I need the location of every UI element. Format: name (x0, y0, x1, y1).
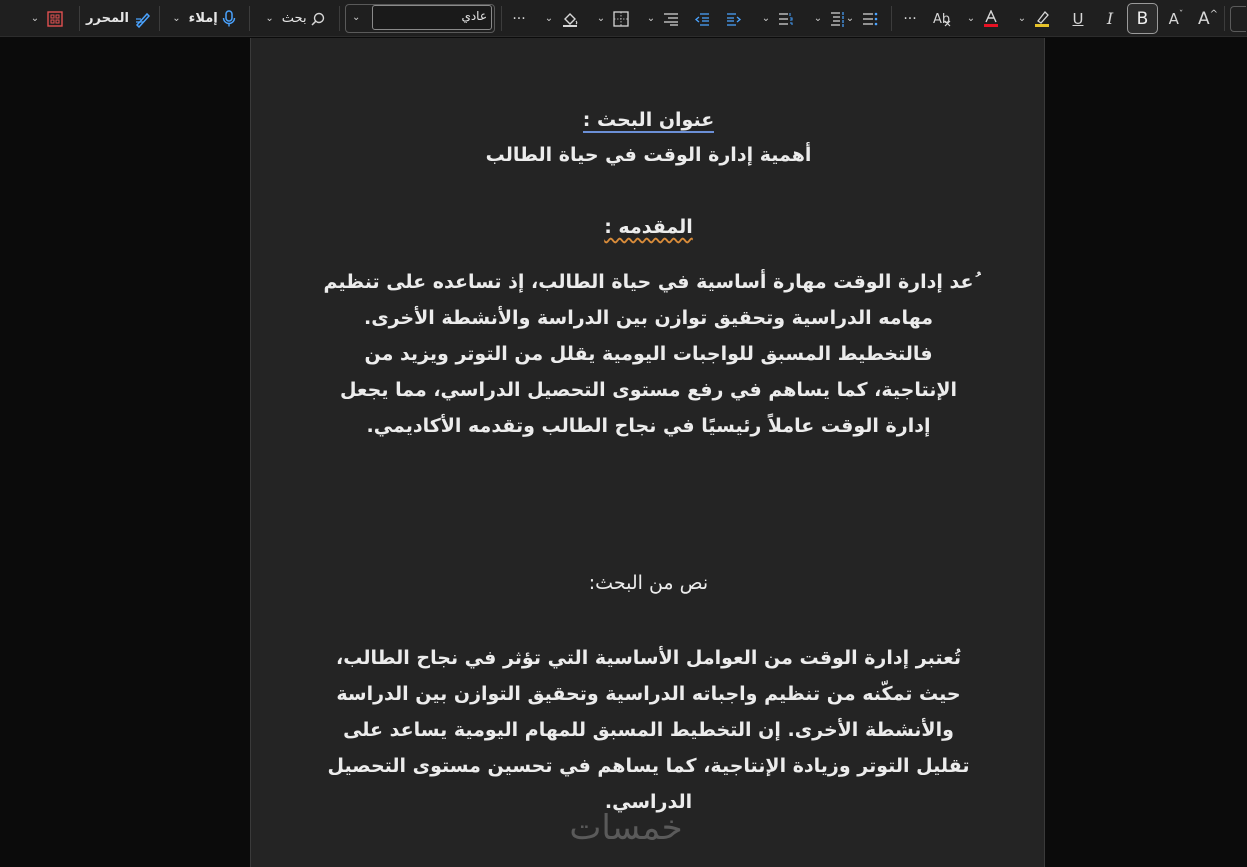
body-line: والأنشطة الأخرى. إن التخطيط المسبق للمها… (343, 719, 954, 741)
intro-line: مهامه الدراسية وتحقيق توازن بين الدراسة … (363, 307, 934, 329)
chevron-down-icon: ⌄ (30, 13, 40, 24)
chevron-down-icon: ⌄ (966, 13, 976, 24)
underline-button[interactable]: U (1066, 0, 1090, 37)
intro-line: فالتخطيط المسبق للواجبات اليومية يقلل من… (364, 343, 933, 365)
search-button[interactable]: ⌄ بحث (258, 0, 332, 37)
grid-icon (47, 10, 63, 27)
title-heading-text: عنوان البحث : (582, 109, 715, 133)
grow-font-label: A (1197, 8, 1210, 29)
underline-label: U (1072, 9, 1084, 28)
editor-button[interactable]: المحرر (86, 0, 152, 37)
highlight-button[interactable]: ⌄ (1010, 0, 1058, 37)
body-line: تُعتبر إدارة الوقت من العوامل الأساسية ا… (336, 647, 961, 669)
decrease-indent-button[interactable] (690, 0, 714, 37)
style-value: عادي (461, 9, 487, 23)
bulleted-list-icon (862, 11, 878, 27)
dictate-button[interactable]: ⌄ إملاء (166, 0, 242, 37)
body-line: تقليل التوتر وزيادة الإنتاجية، كما يساهم… (327, 755, 970, 777)
intro-line: ُعد إدارة الوقت مهارة أساسية في حياة الط… (323, 271, 974, 293)
intro-heading: المقدمه : (291, 213, 1006, 241)
more-icon: ··· (512, 10, 526, 27)
editor-label: المحرر (86, 11, 129, 26)
italic-button[interactable]: I (1098, 0, 1122, 37)
numbered-list-icon (778, 12, 794, 26)
body-heading: نص من البحث: (588, 572, 709, 594)
more-options-button[interactable]: ··· (508, 0, 530, 37)
font-size-box (1230, 5, 1246, 32)
shrink-font-button[interactable]: A ˇ (1163, 0, 1189, 37)
bullets-button[interactable]: ⌄ (840, 0, 884, 37)
shrink-font-label: A (1168, 9, 1179, 28)
grow-font-button[interactable]: A ^ (1195, 0, 1221, 37)
title-heading: عنوان البحث : (291, 106, 1006, 134)
chevron-down-icon: ⌄ (544, 13, 554, 24)
chevron-down-icon: ⌄ (761, 13, 771, 24)
chevron-down-icon: ⌄ (265, 13, 274, 24)
increase-indent-button[interactable] (722, 0, 746, 37)
style-input[interactable]: عادي (372, 5, 492, 30)
document-title: أهمية إدارة الوقت في حياة الطالب (485, 144, 812, 166)
watermark-logo: خمسات (569, 808, 683, 848)
intro-line: إدارة الوقت عاملاً رئيسيًا في نجاح الطال… (366, 415, 931, 437)
bold-button[interactable]: B (1127, 3, 1158, 34)
chevron-down-icon: ⌄ (172, 13, 181, 24)
clear-formatting-icon: Ab (933, 10, 953, 28)
chevron-down-icon: ⌄ (1017, 13, 1027, 24)
chevron-down-icon: ⌄ (646, 13, 656, 24)
microphone-icon (222, 9, 236, 28)
chevron-down-icon: ⌄ (596, 13, 606, 24)
clear-formatting-button[interactable]: Ab (930, 0, 956, 37)
editor-pen-icon (134, 10, 152, 28)
borders-icon (613, 10, 629, 27)
caret-up-icon: ^ (1209, 8, 1219, 20)
borders-button[interactable]: ⌄ (592, 0, 634, 37)
font-size-dropdown[interactable] (1229, 0, 1247, 37)
highlighter-icon (1034, 10, 1050, 28)
decrease-indent-icon (694, 12, 710, 26)
italic-label: I (1106, 9, 1114, 28)
dictate-label: إملاء (188, 11, 218, 26)
more-formatting-button[interactable]: ··· (898, 0, 922, 37)
body-paragraph: تُعتبر إدارة الوقت من العوامل الأساسية ا… (291, 640, 1006, 820)
increase-indent-icon (726, 12, 742, 26)
caret-down-icon: ˇ (1178, 9, 1184, 20)
body-line: حيث تمكّنه من تنظيم واجباته الدراسية وتح… (336, 683, 961, 705)
svg-text:Ab: Ab (933, 12, 950, 27)
chevron-down-icon: ⌄ (352, 12, 361, 23)
chevron-down-icon: ⌄ (845, 13, 855, 24)
document-page[interactable]: عنوان البحث : أهمية إدارة الوقت في حياة … (250, 38, 1045, 867)
align-right-icon (663, 12, 679, 26)
font-color-icon (983, 9, 999, 28)
more-icon: ··· (903, 10, 917, 27)
numbering-button[interactable]: ⌄ (754, 0, 802, 37)
font-color-button[interactable]: ⌄ (962, 0, 1004, 37)
align-button[interactable]: ⌄ (643, 0, 683, 37)
layout-menu-button[interactable]: ⌄ (22, 0, 72, 37)
search-label: بحث (281, 11, 307, 26)
intro-line: الإنتاجية، كما يساهم في رفع مستوى التحصي… (339, 379, 958, 401)
bold-label: B (1136, 8, 1149, 29)
paint-bucket-icon (561, 10, 579, 28)
search-icon (311, 12, 325, 26)
chevron-down-icon: ⌄ (813, 13, 823, 24)
shading-button[interactable]: ⌄ (540, 0, 584, 37)
ribbon-toolbar: ⌄ المحرر ⌄ إملاء ⌄ بحث ⌄ عادي ··· ⌄ ⌄ ⌄ … (0, 0, 1247, 37)
intro-paragraph: ُعد إدارة الوقت مهارة أساسية في حياة الط… (291, 264, 1006, 444)
intro-heading-text: المقدمه : (604, 216, 693, 238)
